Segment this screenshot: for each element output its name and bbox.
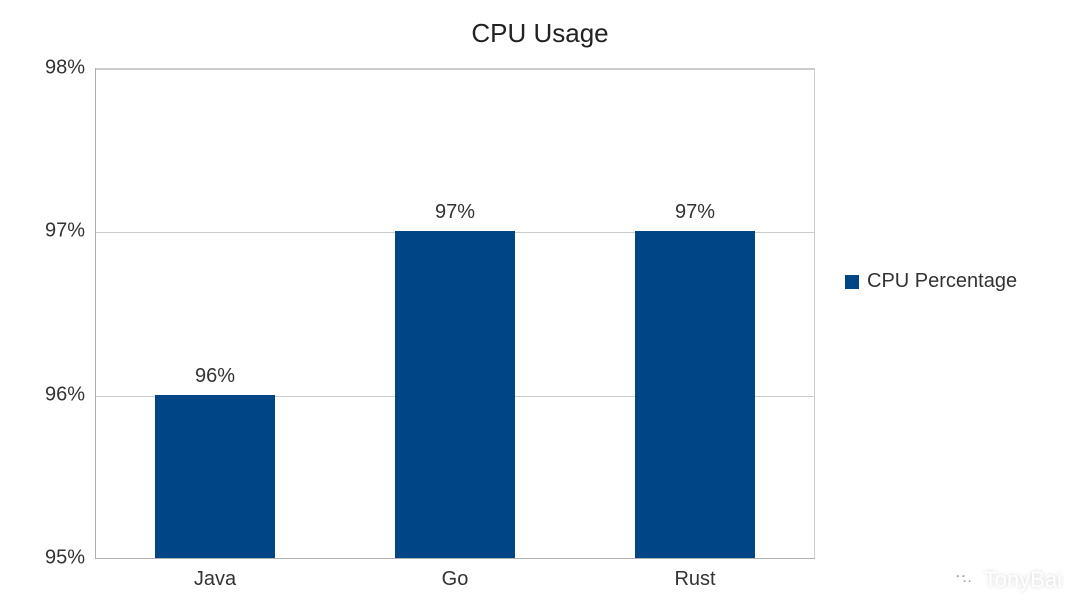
x-tick-label: Rust [674,568,715,591]
bar [395,231,515,558]
watermark-text: TonyBai [984,567,1062,593]
x-tick-label: Go [442,568,469,591]
bar-value-label: 97% [675,201,715,232]
x-axis: Java Go Rust [95,558,815,598]
legend-label: CPU Percentage [867,270,1017,293]
bar-value-label: 96% [195,365,235,396]
y-tick-label: 97% [45,220,85,243]
y-axis-line [95,68,96,558]
y-tick-label: 95% [45,547,85,570]
wechat-icon [950,566,978,594]
watermark: TonyBai [950,566,1062,594]
plot-area: 96% 97% 97% [95,68,815,558]
y-axis: 95%96%97%98% [0,68,95,558]
legend-color-box [845,275,859,289]
bar [155,395,275,558]
bar [635,231,755,558]
x-tick-label: Java [194,568,236,591]
chart-title: CPU Usage [0,18,1080,49]
y-tick-label: 98% [45,57,85,80]
legend: CPU Percentage [845,270,1017,293]
chart-container: CPU Usage 96% 97% 97% 95% 96% 97% 98% Java Go R… [0,0,1080,608]
gridline [95,69,814,70]
bar-value-label: 97% [435,201,475,232]
y-tick-label: 96% [45,383,85,406]
